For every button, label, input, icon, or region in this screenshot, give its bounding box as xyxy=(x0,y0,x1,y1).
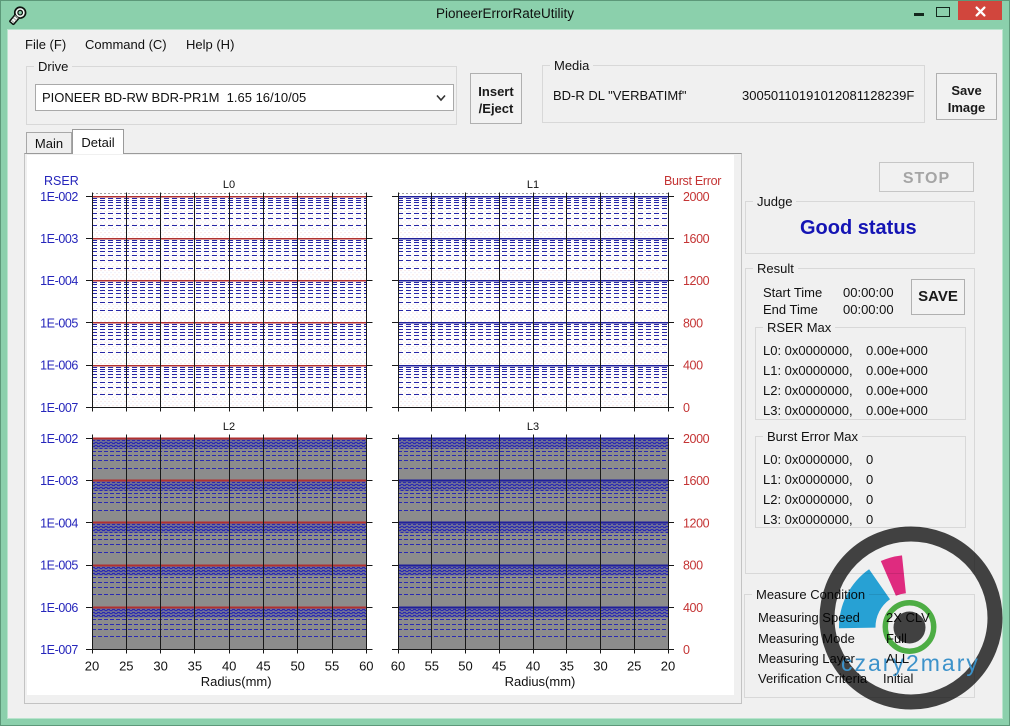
svg-text:1E-002: 1E-002 xyxy=(40,432,78,446)
svg-text:45: 45 xyxy=(492,659,506,674)
svg-text:1E-006: 1E-006 xyxy=(40,359,78,373)
svg-text:1600: 1600 xyxy=(683,232,710,246)
svg-text:40: 40 xyxy=(526,659,540,674)
svg-text:RSER: RSER xyxy=(44,174,79,188)
svg-text:30: 30 xyxy=(153,659,167,674)
svg-text:1E-004: 1E-004 xyxy=(40,274,78,288)
svg-text:2000: 2000 xyxy=(683,432,710,446)
svg-text:55: 55 xyxy=(425,659,439,674)
svg-text:60: 60 xyxy=(359,659,373,674)
svg-text:1E-006: 1E-006 xyxy=(40,601,78,615)
svg-text:0: 0 xyxy=(683,401,690,415)
svg-text:400: 400 xyxy=(683,359,703,373)
svg-text:1600: 1600 xyxy=(683,474,710,488)
svg-text:Burst Error: Burst Error xyxy=(664,174,721,188)
svg-text:1200: 1200 xyxy=(683,516,710,530)
svg-text:800: 800 xyxy=(683,559,703,573)
svg-text:50: 50 xyxy=(458,659,472,674)
svg-text:50: 50 xyxy=(290,659,304,674)
svg-text:1E-003: 1E-003 xyxy=(40,232,78,246)
svg-text:1E-005: 1E-005 xyxy=(40,316,78,330)
svg-text:30: 30 xyxy=(593,659,607,674)
svg-text:czary2mary: czary2mary xyxy=(841,650,980,676)
svg-text:1E-003: 1E-003 xyxy=(40,474,78,488)
svg-text:45: 45 xyxy=(256,659,270,674)
svg-text:1E-005: 1E-005 xyxy=(40,559,78,573)
svg-text:0: 0 xyxy=(683,643,690,657)
svg-text:400: 400 xyxy=(683,601,703,615)
svg-text:20: 20 xyxy=(85,659,99,674)
svg-text:40: 40 xyxy=(222,659,236,674)
svg-text:800: 800 xyxy=(683,316,703,330)
svg-text:Radius(mm): Radius(mm) xyxy=(201,674,272,689)
svg-text:20: 20 xyxy=(661,659,675,674)
svg-text:1E-007: 1E-007 xyxy=(40,401,78,415)
svg-text:L3: L3 xyxy=(527,421,539,433)
svg-text:35: 35 xyxy=(188,659,202,674)
svg-text:L0: L0 xyxy=(223,179,235,191)
svg-text:L1: L1 xyxy=(527,179,539,191)
svg-text:1E-007: 1E-007 xyxy=(40,643,78,657)
svg-text:25: 25 xyxy=(119,659,133,674)
svg-text:1E-002: 1E-002 xyxy=(40,190,78,204)
svg-text:L2: L2 xyxy=(223,421,235,433)
svg-text:1200: 1200 xyxy=(683,274,710,288)
svg-text:Radius(mm): Radius(mm) xyxy=(505,674,576,689)
svg-text:35: 35 xyxy=(560,659,574,674)
svg-text:25: 25 xyxy=(627,659,641,674)
svg-text:2000: 2000 xyxy=(683,190,710,204)
svg-text:60: 60 xyxy=(391,659,405,674)
svg-text:55: 55 xyxy=(325,659,339,674)
svg-text:1E-004: 1E-004 xyxy=(40,516,78,530)
